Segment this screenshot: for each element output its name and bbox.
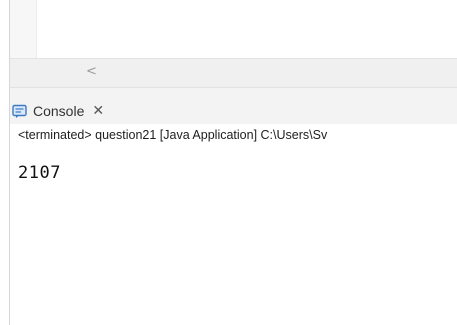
console-output: 2107 (18, 163, 61, 183)
editor-area[interactable] (10, 0, 457, 66)
tab-console[interactable]: Console ✕ (12, 99, 104, 123)
editor-gutter-divider (36, 0, 37, 58)
console-status-line: <terminated> question21 [Java Applicatio… (18, 128, 328, 142)
console-tab-label: Console (33, 103, 85, 119)
editor-gutter (10, 0, 36, 58)
editor-horizontal-scrollbar[interactable]: < (10, 58, 457, 87)
close-icon[interactable]: ✕ (92, 104, 104, 118)
console-icon (12, 104, 27, 118)
chevron-left-icon[interactable]: < (86, 64, 97, 80)
